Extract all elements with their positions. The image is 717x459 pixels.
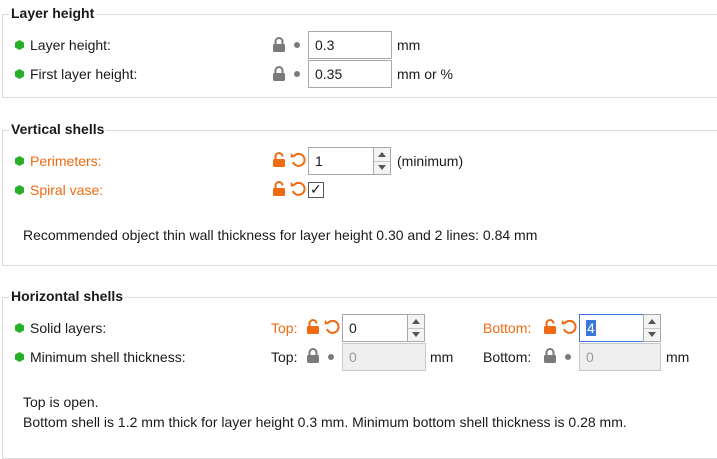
layer-height-unit: mm: [397, 37, 421, 53]
perimeters-label: Perimeters:: [30, 153, 102, 169]
minimum-shell-thickness-label: Minimum shell thickness:: [30, 349, 186, 365]
undo-arrow-icon[interactable]: [324, 318, 340, 335]
chevron-down-icon: [648, 332, 656, 337]
layer-height-input[interactable]: 0.3: [308, 31, 392, 59]
unlock-icon[interactable]: [306, 319, 320, 335]
lock-icon[interactable]: [272, 37, 286, 53]
undo-arrow-icon[interactable]: [290, 180, 306, 197]
undo-arrow-icon[interactable]: [561, 318, 577, 335]
min-shell-bottom-label: Bottom:: [483, 349, 532, 365]
lock-icon[interactable]: [543, 348, 557, 364]
stepper-up-button[interactable]: [408, 315, 424, 329]
first-layer-height-label: First layer height:: [30, 66, 138, 82]
min-shell-top-unit: mm: [430, 349, 454, 365]
first-layer-height-unit: mm or %: [397, 66, 453, 82]
solid-layers-bottom-input[interactable]: 4: [579, 314, 645, 342]
solid-layers-top-label: Top:: [271, 320, 298, 336]
top-open-text: Top is open.: [23, 394, 99, 410]
perimeters-stepper[interactable]: [373, 147, 391, 175]
bullet-icon: [565, 354, 571, 360]
solid-layers-top-input[interactable]: 0: [342, 314, 408, 342]
unlock-icon[interactable]: [543, 319, 557, 335]
vertical-shells-section-title: Vertical shells: [9, 121, 107, 137]
spiral-vase-checkbox[interactable]: ✓: [308, 181, 324, 198]
min-shell-top-label: Top:: [271, 349, 298, 365]
bullet-icon: [294, 42, 300, 48]
unlock-icon[interactable]: [272, 181, 286, 197]
stepper-up-button[interactable]: [374, 148, 390, 162]
thin-wall-recommendation-text: Recommended object thin wall thickness f…: [23, 227, 538, 243]
layer-height-section-title: Layer height: [9, 5, 97, 21]
selected-text: 4: [586, 320, 596, 336]
bullet-icon: [328, 354, 334, 360]
unlock-icon[interactable]: [272, 152, 286, 168]
min-shell-bottom-input[interactable]: 0: [579, 343, 661, 371]
bullet-icon: [294, 71, 300, 77]
spiral-vase-label: Spiral vase:: [30, 182, 104, 198]
min-shell-bottom-unit: mm: [666, 349, 690, 365]
stepper-down-button[interactable]: [408, 328, 424, 341]
stepper-down-button[interactable]: [374, 161, 390, 174]
chevron-up-icon: [378, 152, 386, 157]
perimeters-input[interactable]: 1: [308, 147, 374, 175]
checkmark-icon: ✓: [310, 181, 322, 197]
stepper-up-button[interactable]: [644, 315, 660, 329]
lock-icon[interactable]: [272, 66, 286, 82]
first-layer-height-input[interactable]: 0.35: [308, 60, 392, 88]
perimeters-suffix: (minimum): [397, 153, 464, 169]
min-shell-top-input[interactable]: 0: [342, 343, 426, 371]
chevron-down-icon: [378, 165, 386, 170]
solid-layers-label: Solid layers:: [30, 320, 107, 336]
bottom-shell-info-text: Bottom shell is 1.2 mm thick for layer h…: [23, 414, 627, 430]
chevron-up-icon: [412, 319, 420, 324]
horizontal-shells-section-title: Horizontal shells: [9, 288, 126, 304]
layer-height-label: Layer height:: [30, 37, 111, 53]
lock-icon[interactable]: [306, 348, 320, 364]
undo-arrow-icon[interactable]: [290, 151, 306, 168]
solid-layers-bottom-stepper[interactable]: [643, 314, 661, 342]
solid-layers-bottom-label: Bottom:: [483, 320, 532, 336]
stepper-down-button[interactable]: [644, 328, 660, 341]
chevron-down-icon: [412, 332, 420, 337]
solid-layers-top-stepper[interactable]: [407, 314, 425, 342]
chevron-up-icon: [648, 319, 656, 324]
